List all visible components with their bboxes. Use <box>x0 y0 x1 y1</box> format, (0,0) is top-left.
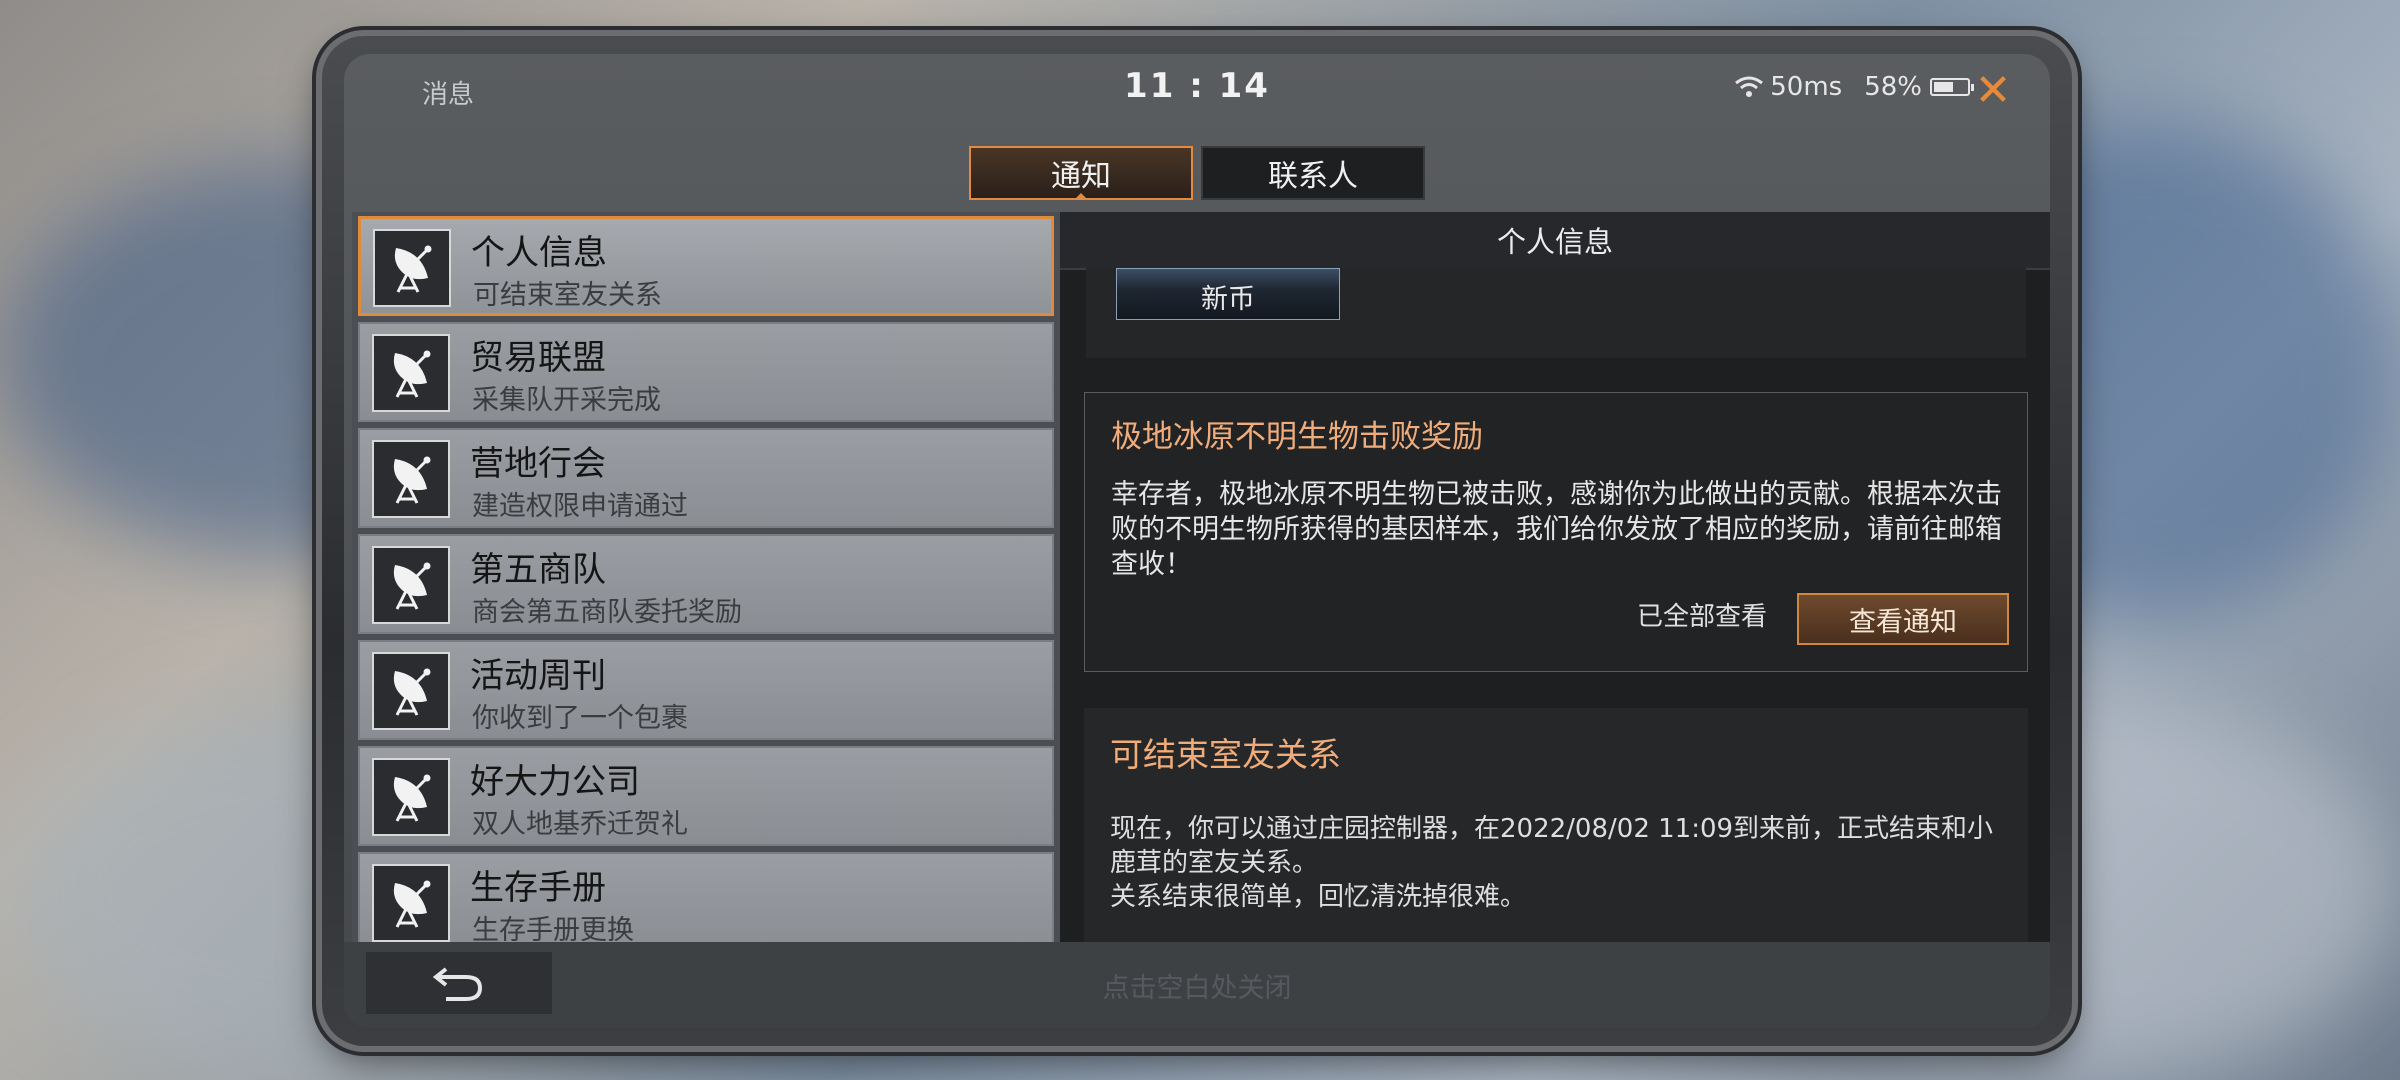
tab-contacts[interactable]: 联系人 <box>1201 146 1425 200</box>
tab-notifications[interactable]: 通知 <box>969 146 1193 200</box>
status-indicators: 50ms 58% <box>1734 72 1974 102</box>
detail-header: 个人信息 <box>1060 212 2050 270</box>
list-item-title: 活动周刊 <box>470 656 606 696</box>
all-viewed-label: 已全部查看 <box>1636 602 1767 632</box>
card-body-line: 现在，你可以通过庄园控制器，在2022/08/02 11:09到来前，正式结束和… <box>1110 814 1994 878</box>
wifi-icon <box>1735 76 1764 97</box>
list-item[interactable]: 好大力公司 双人地基乔迁贺礼 <box>358 746 1054 846</box>
tab-label: 联系人 <box>1268 159 1358 194</box>
notification-card: 可结束室友关系 现在，你可以通过庄园控制器，在2022/08/02 11:09到… <box>1084 708 2028 942</box>
bottom-bar: 点击空白处关闭 <box>344 942 2050 1028</box>
satellite-dish-icon <box>372 652 450 730</box>
list-item-subtitle: 采集队开采完成 <box>472 385 661 416</box>
list-item-subtitle: 可结束室友关系 <box>473 280 662 311</box>
list-item-title: 贸易联盟 <box>470 338 606 378</box>
list-item[interactable]: 个人信息 可结束室友关系 <box>358 216 1054 316</box>
notification-card: 极地冰原不明生物击败奖励 幸存者，极地冰原不明生物已被击败，感谢你为此做出的贡献… <box>1084 392 2028 672</box>
card-body: 现在，你可以通过庄园控制器，在2022/08/02 11:09到来前，正式结束和… <box>1110 812 2010 914</box>
battery-text: 58% <box>1864 72 1922 102</box>
list-item-subtitle: 商会第五商队委托奖励 <box>472 597 742 628</box>
card-title: 极地冰原不明生物击败奖励 <box>1111 419 1483 455</box>
card-title: 可结束室友关系 <box>1110 735 1341 774</box>
coin-label: 新币 <box>1201 284 1255 315</box>
list-item-subtitle: 你收到了一个包裹 <box>472 703 688 734</box>
notification-list[interactable]: 个人信息 可结束室友关系 贸易联盟 采集队开采完成 营地行会 建造权限申请通过 … <box>352 212 1060 942</box>
close-hint[interactable]: 点击空白处关闭 <box>344 966 2050 1005</box>
list-item[interactable]: 生存手册 生存手册更换 <box>358 852 1054 942</box>
close-icon: ✕ <box>1974 65 2012 116</box>
ping-text: 50ms <box>1770 72 1843 102</box>
satellite-dish-icon <box>372 440 450 518</box>
satellite-dish-icon <box>372 334 450 412</box>
satellite-dish-icon <box>372 546 450 624</box>
card-body-line: 关系结束很简单，回忆清洗掉很难。 <box>1110 882 1527 912</box>
satellite-dish-icon <box>372 864 450 942</box>
network-status: 50ms <box>1734 72 1842 102</box>
list-item-subtitle: 生存手册更换 <box>472 915 634 942</box>
view-notification-button[interactable]: 查看通知 <box>1797 593 2009 645</box>
satellite-dish-icon <box>373 229 451 307</box>
satellite-dish-icon <box>372 758 450 836</box>
list-item-title: 营地行会 <box>470 444 606 484</box>
list-item-subtitle: 双人地基乔迁贺礼 <box>472 809 688 840</box>
device-frame: 消息 11 : 14 50ms 58% ✕ 通知 联系人 个人信息 可结束室友关… <box>322 36 2072 1046</box>
list-item-title: 个人信息 <box>471 233 607 273</box>
list-item[interactable]: 营地行会 建造权限申请通过 <box>358 428 1054 528</box>
list-item[interactable]: 第五商队 商会第五商队委托奖励 <box>358 534 1054 634</box>
list-item[interactable]: 贸易联盟 采集队开采完成 <box>358 322 1054 422</box>
battery-status: 58% <box>1864 72 1974 102</box>
battery-fill <box>1934 82 1953 92</box>
list-item-title: 第五商队 <box>470 550 606 590</box>
list-item-title: 好大力公司 <box>470 762 640 802</box>
detail-panel[interactable]: 个人信息 新币 极地冰原不明生物击败奖励 幸存者，极地冰原不明生物已被击败，感谢… <box>1060 212 2050 942</box>
card-body: 幸存者，极地冰原不明生物已被击败，感谢你为此做出的贡献。根据本次击败的不明生物所… <box>1111 479 2002 580</box>
status-bar: 消息 11 : 14 50ms 58% ✕ <box>344 54 2050 144</box>
reward-card: 新币 <box>1086 268 2026 358</box>
list-item-subtitle: 建造权限申请通过 <box>472 491 688 522</box>
battery-icon <box>1930 78 1974 96</box>
tab-bar: 通知 联系人 <box>344 146 2050 200</box>
button-label: 查看通知 <box>1849 606 1957 638</box>
list-item[interactable]: 活动周刊 你收到了一个包裹 <box>358 640 1054 740</box>
coin-reward[interactable]: 新币 <box>1116 268 1340 320</box>
phone-screen: 消息 11 : 14 50ms 58% ✕ 通知 联系人 个人信息 可结束室友关… <box>344 54 2050 1028</box>
close-button[interactable]: ✕ <box>1968 66 2018 116</box>
list-item-title: 生存手册 <box>470 868 606 908</box>
tab-label: 通知 <box>1051 159 1111 194</box>
